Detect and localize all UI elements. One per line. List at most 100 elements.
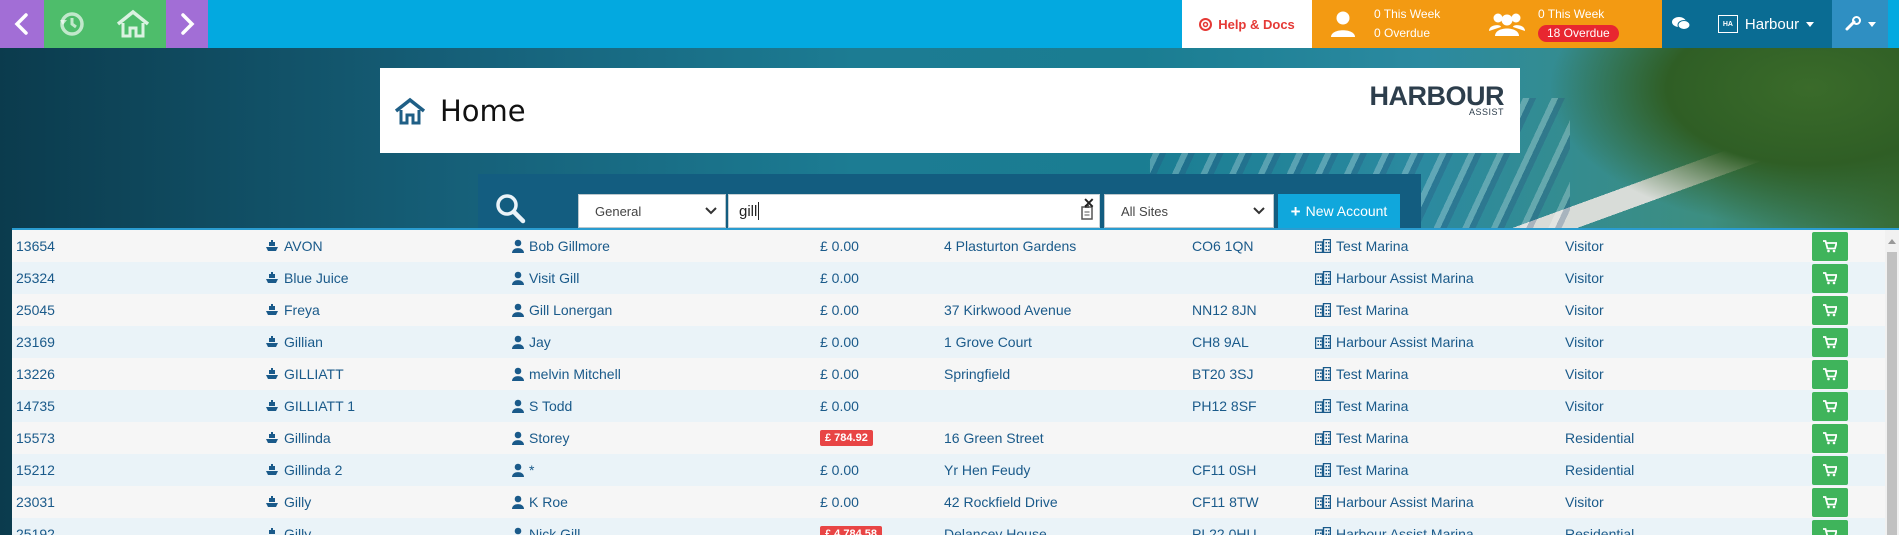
- cart-button[interactable]: [1812, 392, 1848, 421]
- account-id[interactable]: 25045: [16, 294, 55, 326]
- team-overdue-badge[interactable]: 18 Overdue: [1538, 25, 1619, 42]
- cart-button[interactable]: [1812, 520, 1848, 535]
- site: Test Marina: [1315, 358, 1408, 390]
- search-type-select[interactable]: General: [578, 194, 726, 228]
- owner-name[interactable]: Gill Lonergan: [512, 294, 612, 326]
- site: Test Marina: [1315, 454, 1408, 486]
- postcode-text: CO6 1QN: [1192, 238, 1254, 254]
- postcode: CO6 1QN: [1192, 230, 1253, 262]
- owner-name[interactable]: Jay: [512, 326, 551, 358]
- owner-name[interactable]: K Roe: [512, 486, 568, 518]
- account-id[interactable]: 25324: [16, 262, 55, 294]
- account-id[interactable]: 13654: [16, 230, 55, 262]
- boat-name[interactable]: Gilly: [265, 486, 311, 518]
- boat-name[interactable]: AVON: [265, 230, 323, 262]
- table-row[interactable]: 13654 AVON Bob Gillmore £ 0.00 4 Plasturton …: [12, 230, 1885, 262]
- owner-name[interactable]: *: [512, 454, 534, 486]
- table-row[interactable]: 23169 Gillian Jay £ 0.00 1 Grove Court CH8 9…: [12, 326, 1885, 358]
- user-icon: [512, 431, 524, 445]
- owner-name-text: S Todd: [529, 398, 573, 414]
- cart-button[interactable]: [1812, 488, 1848, 517]
- site-text: Test Marina: [1336, 238, 1409, 254]
- account-id-text: 25192: [16, 526, 55, 535]
- chevron-right-icon: [181, 13, 195, 35]
- harbour-menu[interactable]: HA Harbour: [1700, 0, 1832, 48]
- help-docs-button[interactable]: Help & Docs: [1182, 0, 1312, 48]
- table-row[interactable]: 23031 Gilly K Roe £ 0.00 42 Rockfield Drive C…: [12, 486, 1885, 518]
- owner-name[interactable]: Bob Gillmore: [512, 230, 610, 262]
- postcode: CH8 9AL: [1192, 326, 1249, 358]
- account-id[interactable]: 25192: [16, 518, 55, 535]
- help-docs-label: Help & Docs: [1218, 16, 1295, 32]
- table-row[interactable]: 25324 Blue Juice Visit Gill £ 0.00 Harbour A…: [12, 262, 1885, 294]
- table-row[interactable]: 25192 Gilly Nick Gill £ 4,784.58 Delancey Ho…: [12, 518, 1885, 535]
- user-icon: [1331, 11, 1355, 37]
- boat-name[interactable]: Blue Juice: [265, 262, 349, 294]
- owner-name[interactable]: Storey: [512, 422, 569, 454]
- table-row[interactable]: 15212 Gillinda 2 * £ 0.00 Yr Hen Feudy CF11 …: [12, 454, 1885, 486]
- history-button[interactable]: [44, 0, 100, 48]
- boat-name[interactable]: Freya: [265, 294, 320, 326]
- search-input[interactable]: gill: [728, 194, 1100, 228]
- search-panel: General gill All Sites + New Account: [478, 174, 1421, 234]
- settings-menu[interactable]: [1832, 0, 1888, 48]
- cart-button[interactable]: [1812, 232, 1848, 261]
- postcode-text: PH12 8SF: [1192, 398, 1257, 414]
- cart-button[interactable]: [1812, 360, 1848, 389]
- table-row[interactable]: 13226 GILLIATT melvin Mitchell £ 0.00 Spring…: [12, 358, 1885, 390]
- home-icon: [394, 97, 426, 124]
- site-text: Harbour Assist Marina: [1336, 494, 1474, 510]
- scrollbar[interactable]: [1885, 230, 1899, 535]
- berth-type-text: Visitor: [1565, 494, 1604, 510]
- account-id[interactable]: 23031: [16, 486, 55, 518]
- owner-name[interactable]: Visit Gill: [512, 262, 579, 294]
- account-id-text: 15573: [16, 430, 55, 446]
- forward-button[interactable]: [166, 0, 208, 48]
- boat-name[interactable]: Gillinda: [265, 422, 331, 454]
- building-icon: [1315, 303, 1331, 317]
- owner-name[interactable]: S Todd: [512, 390, 572, 422]
- cart-button[interactable]: [1812, 456, 1848, 485]
- account-id[interactable]: 23169: [16, 326, 55, 358]
- owner-name[interactable]: melvin Mitchell: [512, 358, 621, 390]
- team-tasks-summary[interactable]: 0 This Week 18 Overdue: [1476, 0, 1662, 48]
- boat-name[interactable]: Gillian: [265, 326, 323, 358]
- postcode: CF11 8TW: [1192, 486, 1259, 518]
- berth-type: Visitor: [1565, 486, 1604, 518]
- berth-type: Residential: [1565, 454, 1634, 486]
- site: Test Marina: [1315, 230, 1408, 262]
- account-id[interactable]: 15573: [16, 422, 55, 454]
- account-id[interactable]: 13226: [16, 358, 55, 390]
- home-button[interactable]: [100, 0, 166, 48]
- back-button[interactable]: [0, 0, 44, 48]
- cart-icon: [1823, 464, 1837, 477]
- clear-search-icon[interactable]: ✕: [1083, 195, 1095, 212]
- table-row[interactable]: 25045 Freya Gill Lonergan £ 0.00 37 Kirkwood…: [12, 294, 1885, 326]
- new-account-button[interactable]: + New Account: [1278, 194, 1400, 228]
- table-row[interactable]: 15573 Gillinda Storey £ 784.92 16 Green Str…: [12, 422, 1885, 454]
- cart-button[interactable]: [1812, 296, 1848, 325]
- berth-type-text: Visitor: [1565, 366, 1604, 382]
- scroll-thumb[interactable]: [1887, 252, 1897, 535]
- owner-name-text: *: [529, 462, 535, 478]
- account-id[interactable]: 14735: [16, 390, 55, 422]
- boat-name[interactable]: Gilly: [265, 518, 311, 535]
- owner-name[interactable]: Nick Gill: [512, 518, 580, 535]
- boat-name-text: Freya: [284, 302, 320, 318]
- berth-type-text: Visitor: [1565, 238, 1604, 254]
- account-id[interactable]: 15212: [16, 454, 55, 486]
- boat-name[interactable]: GILLIATT: [265, 358, 344, 390]
- boat-name[interactable]: GILLIATT 1: [265, 390, 355, 422]
- table-row[interactable]: 14735 GILLIATT 1 S Todd £ 0.00 PH12 8SF Test …: [12, 390, 1885, 422]
- site: Test Marina: [1315, 294, 1408, 326]
- cart-button[interactable]: [1812, 424, 1848, 453]
- sites-select[interactable]: All Sites: [1104, 194, 1274, 228]
- scroll-up-arrow[interactable]: [1888, 239, 1896, 244]
- chat-button[interactable]: [1662, 0, 1700, 48]
- my-tasks-summary[interactable]: 0 This Week 0 Overdue: [1312, 0, 1476, 48]
- cart-icon: [1823, 240, 1837, 253]
- cart-button[interactable]: [1812, 264, 1848, 293]
- balance: £ 0.00: [820, 486, 859, 518]
- boat-name[interactable]: Gillinda 2: [265, 454, 342, 486]
- cart-button[interactable]: [1812, 328, 1848, 357]
